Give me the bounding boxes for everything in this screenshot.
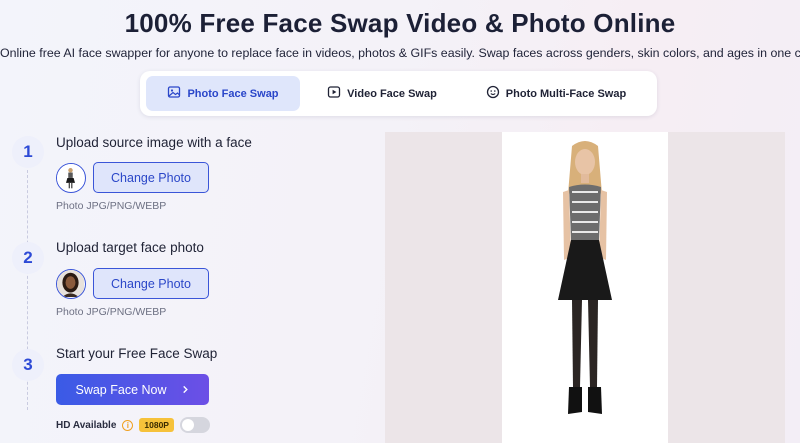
multi-face-icon [486,85,500,102]
page-subtitle: Online free AI face swapper for anyone t… [0,46,800,60]
swap-face-now-button[interactable]: Swap Face Now [56,374,209,405]
mode-tabs: Photo Face Swap Video Face Swap Photo Mu… [140,71,657,116]
tab-photo-face-swap[interactable]: Photo Face Swap [146,76,300,111]
step-1-number: 1 [12,136,44,168]
target-face-thumbnail[interactable] [56,269,86,299]
result-preview [385,132,785,443]
tab-label: Photo Multi-Face Swap [505,87,627,100]
upload-steps: 1 Upload source image with a face Change… [0,120,380,443]
step-2-title: Upload target face photo [56,240,204,255]
tab-photo-multi-face-swap[interactable]: Photo Multi-Face Swap [464,76,648,111]
swap-button-label: Swap Face Now [75,382,167,397]
page-title: 100% Free Face Swap Video & Photo Online [124,8,676,38]
change-source-photo-button[interactable]: Change Photo [93,162,209,193]
source-photo-thumbnail[interactable] [56,163,86,193]
info-icon[interactable]: i [122,419,134,431]
step-3-number: 3 [12,349,44,381]
step-1-title: Upload source image with a face [56,135,252,150]
hd-option: HD Available i 1080P [56,417,210,433]
image-icon [167,85,181,102]
tab-video-face-swap[interactable]: Video Face Swap [300,76,464,111]
step-2-number: 2 [12,242,44,274]
hd-label: HD Available [56,419,117,431]
change-target-photo-button[interactable]: Change Photo [93,268,209,299]
target-face-image [57,270,84,297]
full-body-photo [502,132,668,443]
hd-toggle[interactable] [179,417,210,433]
source-photo-image [57,164,84,191]
tab-label: Video Face Swap [347,87,437,100]
step-3-title: Start your Free Face Swap [56,346,218,361]
video-play-icon [327,85,341,102]
resolution-badge: 1080P [139,418,174,432]
target-format-hint: Photo JPG/PNG/WEBP [56,306,167,318]
preview-image [502,132,668,443]
tab-label: Photo Face Swap [187,87,279,100]
source-format-hint: Photo JPG/PNG/WEBP [56,200,167,212]
chevron-right-icon [181,383,190,397]
